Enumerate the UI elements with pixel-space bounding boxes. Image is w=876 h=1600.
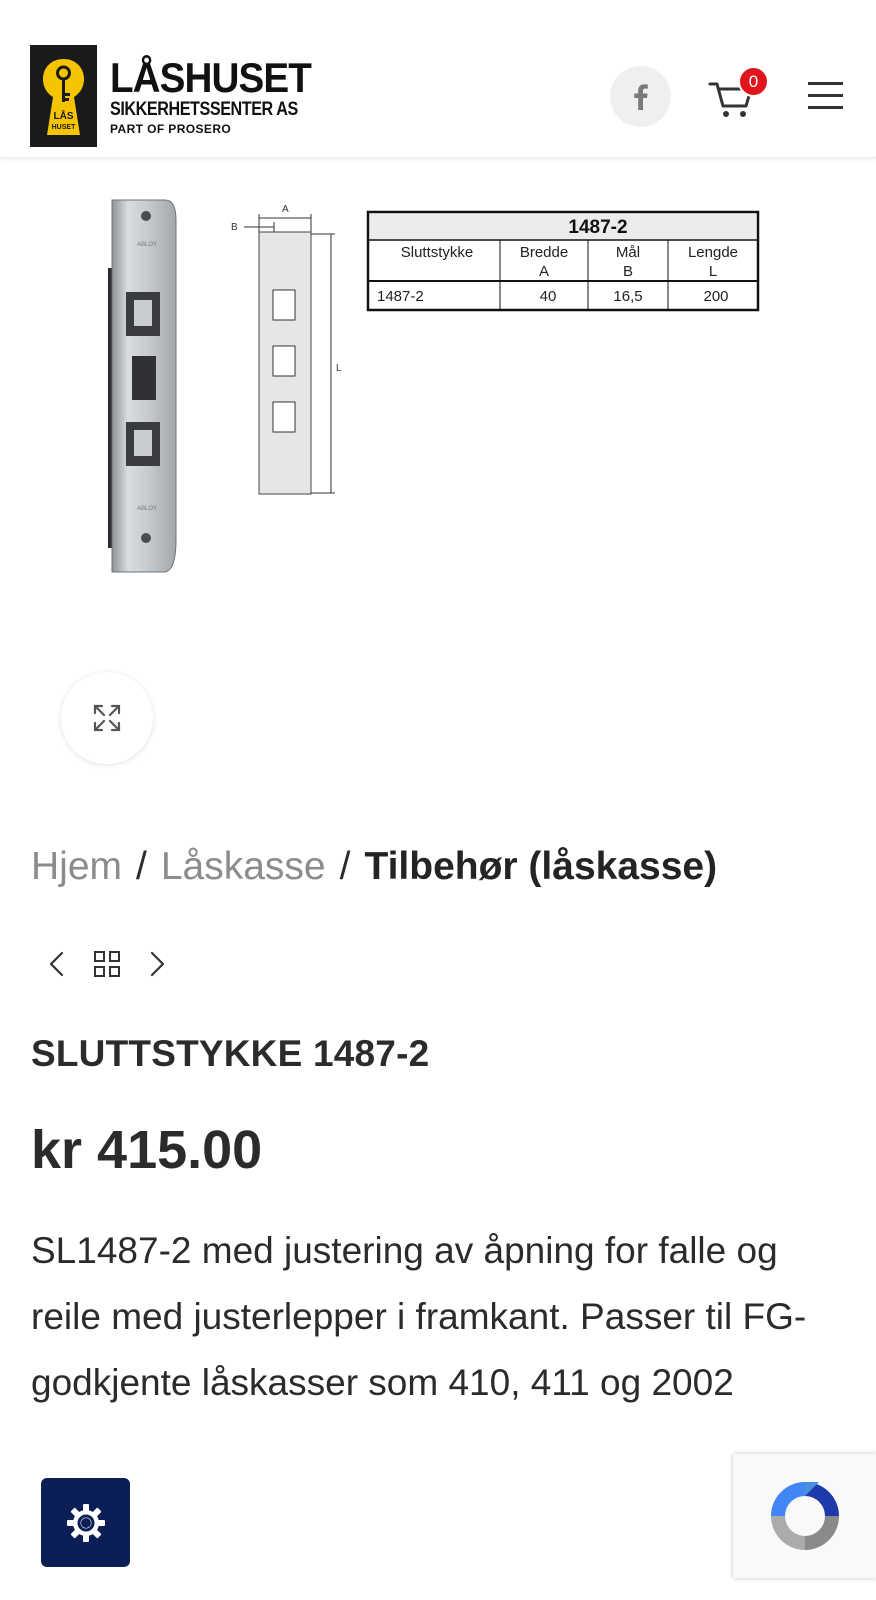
svg-text:ABLOY: ABLOY [137, 506, 157, 512]
recaptcha-badge[interactable] [733, 1454, 876, 1578]
spec-table-title: 1487-2 [568, 217, 627, 238]
dim-a-label: A [282, 204, 289, 215]
product-nav [42, 948, 189, 980]
svg-text:ABLOY: ABLOY [137, 242, 157, 248]
spec-cell-model: 1487-2 [377, 288, 424, 305]
spec-header-2: Bredde [520, 244, 568, 261]
cookie-settings-button[interactable] [41, 1478, 130, 1567]
svg-text:HUSET: HUSET [52, 124, 76, 131]
breadcrumb-current[interactable]: Tilbehør (låskasse) [364, 845, 717, 888]
product-image[interactable]: ABLOY ABLOY A B L 1487-2 Sluttstykke Bre… [0, 160, 876, 620]
strike-plate-photo: ABLOY ABLOY [108, 199, 177, 573]
expand-icon [93, 704, 121, 732]
spec-header-1: Sluttstykke [401, 244, 474, 261]
spec-header-2-sub: A [539, 263, 549, 280]
chevron-left-icon[interactable] [42, 948, 74, 980]
product-diagram: ABLOY ABLOY A B L 1487-2 Sluttstykke Bre… [108, 199, 760, 573]
logo-title: LÅSHUSET [110, 54, 312, 101]
breadcrumb-home[interactable]: Hjem [31, 845, 122, 888]
logo-emblem: LÅS HUSET [30, 45, 97, 147]
product-price: kr 415.00 [31, 1120, 263, 1180]
logo-subtitle: SIKKERHETSSENTER AS [110, 99, 298, 120]
dim-b-label: B [231, 222, 238, 233]
spec-cell-length: 200 [703, 288, 728, 305]
spec-cell-measure: 16,5 [613, 288, 642, 305]
chevron-right-icon[interactable] [140, 948, 172, 980]
keyhole-icon: LÅS HUSET [43, 59, 84, 135]
spec-header-4: Lengde [688, 244, 738, 261]
spec-header-3: Mål [616, 244, 640, 261]
product-title: SLUTTSTYKKE 1487-2 [31, 1033, 430, 1074]
recaptcha-icon [770, 1482, 839, 1550]
spec-table: 1487-2 Sluttstykke Bredde A Mål B Lengde… [366, 210, 760, 312]
spec-header-4-sub: L [709, 263, 717, 280]
menu-button[interactable] [806, 79, 846, 113]
facebook-button[interactable] [610, 66, 671, 127]
site-header: LÅS HUSET LÅSHUSET SIKKERHETSSENTER AS P… [0, 0, 876, 158]
breadcrumb-separator: / [136, 845, 147, 888]
breadcrumb-category[interactable]: Låskasse [161, 845, 326, 888]
breadcrumb: Hjem / Låskasse / Tilbehør (låskasse) [31, 843, 717, 891]
zoom-button[interactable] [61, 672, 153, 764]
grid-icon[interactable] [91, 948, 123, 980]
gear-icon [66, 1503, 105, 1542]
spec-cell-width: 40 [540, 288, 557, 305]
logo-tagline: PART OF PROSERO [110, 122, 232, 136]
cart-count-badge: 0 [738, 66, 769, 97]
svg-text:LÅS: LÅS [54, 109, 74, 122]
technical-drawing [244, 214, 335, 495]
breadcrumb-separator: / [339, 845, 351, 888]
dim-l-label: L [336, 363, 342, 374]
facebook-icon [633, 83, 648, 110]
hamburger-icon [808, 82, 843, 109]
spec-header-3-sub: B [623, 263, 633, 280]
product-description: SL1487-2 med justering av åpning for fal… [31, 1230, 807, 1403]
site-logo[interactable]: LÅS HUSET LÅSHUSET SIKKERHETSSENTER AS P… [30, 45, 331, 147]
